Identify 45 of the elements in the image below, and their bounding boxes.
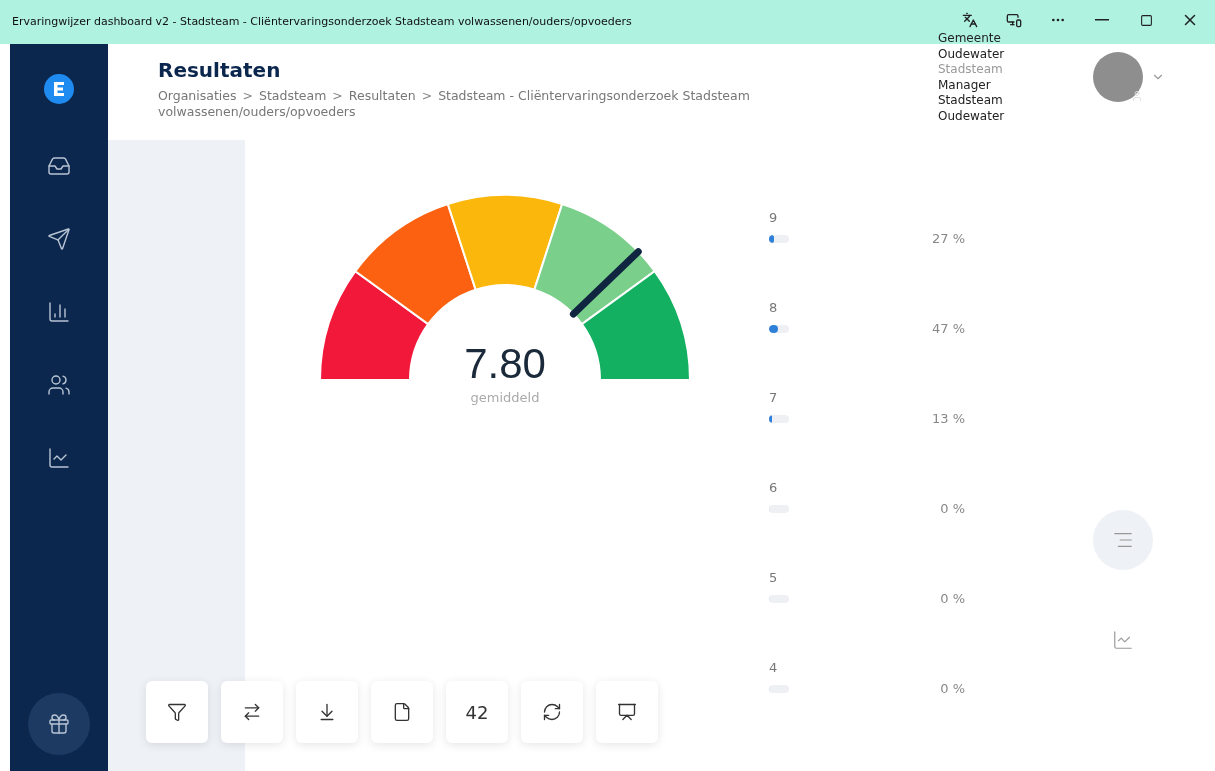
line-chart-icon <box>47 446 71 470</box>
user-info-text: Stadsteam <box>938 93 1004 109</box>
user-info-text: Manager <box>938 77 992 93</box>
score-label: 8 <box>769 300 779 315</box>
people-icon <box>47 373 71 397</box>
file-icon <box>392 702 412 722</box>
presentation-board-icon <box>617 702 637 722</box>
score-label: 7 <box>769 390 779 405</box>
account-menu-button[interactable] <box>1093 52 1165 102</box>
app-logo[interactable] <box>44 74 74 104</box>
average-score: 7.80 <box>463 340 547 388</box>
average-label: gemiddeld <box>469 390 541 405</box>
page-title: Resultaten <box>158 58 281 82</box>
score-percentage: 0 % <box>940 501 965 516</box>
count-button[interactable]: 42 <box>446 681 508 743</box>
user-info-text: Stadsteam <box>938 62 1004 78</box>
score-percentage: 47 % <box>931 321 965 336</box>
user-info-text: Oudewater <box>938 46 1005 62</box>
score-label: 9 <box>769 210 779 225</box>
swap-arrows-icon <box>242 702 262 722</box>
filter-icon <box>167 702 187 722</box>
score-percentage: 0 % <box>940 681 965 696</box>
score-label: 4 <box>769 660 779 675</box>
line-chart-icon <box>1112 629 1134 651</box>
score-label: 6 <box>769 480 779 495</box>
gift-icon <box>47 712 71 736</box>
breadcrumb-trail[interactable]: Organisaties > Stadsteam > Resultaten > Stadsteam - Cliëntervaringsonderzoek Stadsteam volwassenen/ouders/opvoeders <box>158 88 768 120</box>
minimize-icon <box>1095 19 1109 21</box>
score-percentage: 27 % <box>931 231 965 246</box>
refresh-button[interactable] <box>521 681 583 743</box>
maximize-icon <box>1139 13 1153 27</box>
score-percentage: 13 % <box>931 411 965 426</box>
inbox-icon <box>47 154 71 178</box>
score-label: 5 <box>769 570 779 585</box>
window-title: Ervaringwijzer dashboard v2 - Stadsteam - Cliëntervaringsonderzoek Stadsteam volwassenen/ouders/opvoeders <box>12 15 633 28</box>
user-icon <box>1131 90 1143 102</box>
device-icon <box>1006 12 1022 28</box>
user-info-text: Gemeente <box>938 31 1002 47</box>
score-percentage: 0 % <box>940 591 965 606</box>
paper-plane-icon <box>47 227 71 251</box>
refresh-icon <box>542 702 562 722</box>
bar-chart-icon <box>47 300 71 324</box>
letter-e-icon <box>52 81 66 97</box>
translate-icon <box>962 12 978 28</box>
user-info-text: Oudewater <box>938 108 1005 124</box>
